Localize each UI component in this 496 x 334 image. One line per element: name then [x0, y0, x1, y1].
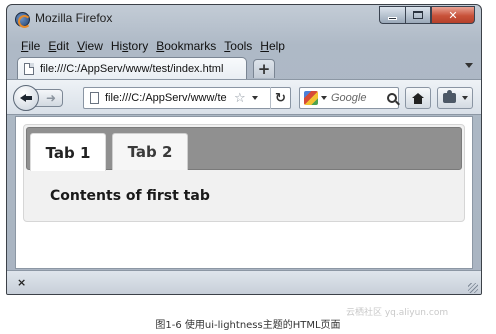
menu-tools[interactable]: Tools: [220, 39, 256, 53]
close-addon-bar-icon[interactable]: ×: [17, 276, 26, 289]
back-arrow-icon: [20, 92, 32, 104]
page-content: Tab 1 Tab 2 Contents of first tab: [15, 116, 473, 269]
title-bar[interactable]: Mozilla Firefox ✕: [7, 5, 481, 33]
addon-status-bar: ×: [7, 270, 481, 294]
menu-history[interactable]: History: [107, 39, 152, 53]
back-button[interactable]: [13, 85, 39, 111]
navigation-toolbar: ➜ file:///C:/AppServ/www/te ☆ ↻ Google: [7, 79, 481, 115]
engine-dropdown-icon[interactable]: [321, 96, 327, 100]
maximize-icon: [413, 11, 423, 19]
menu-file[interactable]: File: [17, 39, 44, 53]
tab-panel-content: Contents of first tab: [50, 188, 210, 204]
addon-dropdown-icon: [462, 96, 468, 100]
reload-icon: ↻: [275, 90, 286, 106]
site-identity-icon: [90, 92, 99, 104]
menu-bar: File Edit View History Bookmarks Tools H…: [17, 39, 289, 53]
addon-icon: [443, 90, 456, 103]
page-icon: [24, 62, 34, 75]
home-icon: [412, 92, 424, 104]
tab-list-arrow-icon[interactable]: [465, 63, 473, 68]
addons-button[interactable]: [437, 87, 473, 109]
close-window-button[interactable]: ✕: [431, 6, 475, 24]
maximize-button[interactable]: [405, 6, 431, 24]
browser-tab[interactable]: file:///C:/AppServ/www/test/index.html: [17, 57, 247, 79]
jquery-ui-tabs: Tab 1 Tab 2 Contents of first tab: [23, 124, 465, 222]
minimize-icon: [388, 16, 397, 20]
resize-grip-icon[interactable]: [468, 283, 478, 293]
search-input[interactable]: Google: [331, 92, 383, 104]
window-title: Mozilla Firefox: [35, 11, 113, 25]
new-tab-button[interactable]: +: [253, 59, 275, 78]
bookmark-star-icon[interactable]: ☆: [234, 91, 246, 106]
menu-help[interactable]: Help: [256, 39, 289, 53]
back-forward-group: ➜: [13, 85, 71, 111]
tab-1[interactable]: Tab 1: [30, 133, 106, 171]
url-input[interactable]: file:///C:/AppServ/www/te: [105, 92, 231, 104]
figure-caption: 图1-6 使用ui-lightness主题的HTML页面: [155, 320, 341, 331]
google-engine-icon[interactable]: [304, 91, 318, 105]
menu-view[interactable]: View: [73, 39, 107, 53]
forward-arrow-icon: ➜: [45, 91, 56, 105]
close-icon: ✕: [448, 8, 458, 22]
firefox-logo-icon: [15, 12, 31, 28]
browser-tab-strip: file:///C:/AppServ/www/test/index.html +: [7, 55, 481, 79]
tab-2[interactable]: Tab 2: [112, 133, 188, 170]
url-history-dropdown-icon[interactable]: [251, 96, 258, 100]
search-bar[interactable]: Google: [299, 87, 399, 109]
browser-window: Mozilla Firefox ✕ File Edit View History…: [6, 4, 482, 295]
home-button[interactable]: [405, 87, 431, 109]
browser-tab-title: file:///C:/AppServ/www/test/index.html: [40, 62, 224, 75]
window-controls: ✕: [379, 6, 475, 26]
minimize-button[interactable]: [379, 6, 405, 24]
url-bar[interactable]: file:///C:/AppServ/www/te ☆ ↻: [83, 87, 291, 109]
search-icon[interactable]: [387, 93, 397, 103]
tabs-nav: Tab 1 Tab 2: [26, 127, 462, 171]
reload-button[interactable]: ↻: [270, 87, 290, 109]
menu-bookmarks[interactable]: Bookmarks: [152, 39, 220, 53]
menu-edit[interactable]: Edit: [44, 39, 73, 53]
